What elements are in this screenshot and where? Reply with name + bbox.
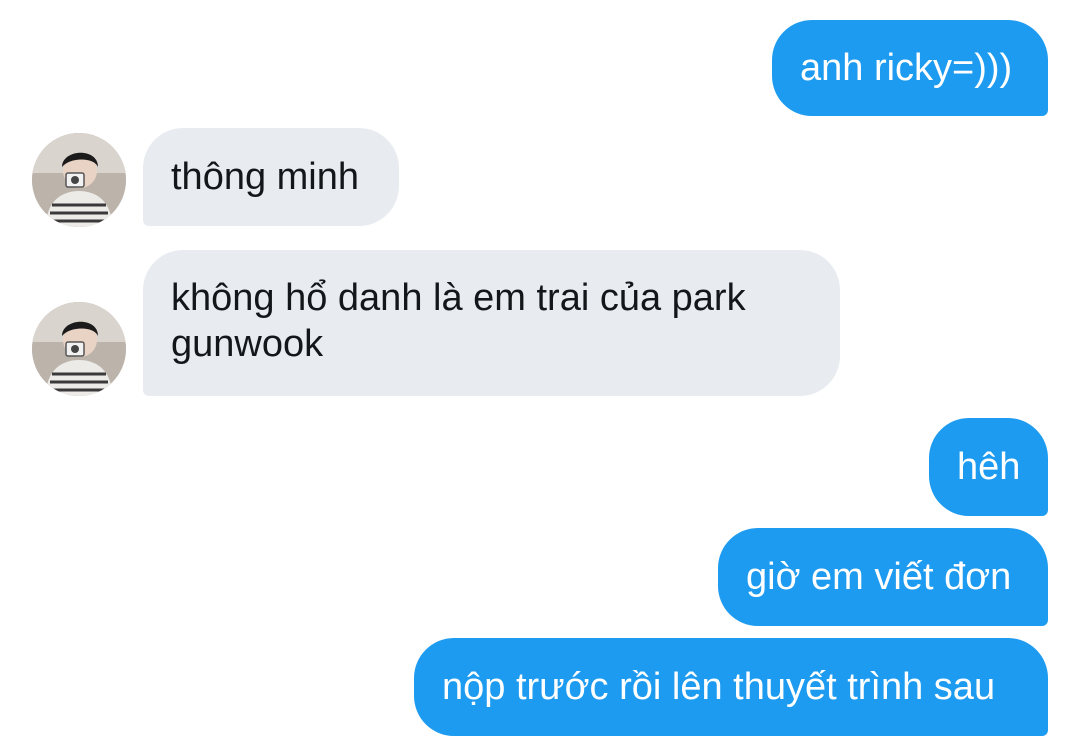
message-bubble-outgoing[interactable]: hêh xyxy=(929,418,1048,516)
message-bubble-incoming[interactable]: thông minh xyxy=(143,128,399,226)
message-text: thông minh xyxy=(171,156,360,198)
avatar-photo-icon xyxy=(32,302,126,396)
message-text: không hổ danh là em trai của park gunwoo… xyxy=(171,277,746,365)
message-text: anh ricky=))) xyxy=(800,47,1013,89)
contact-avatar[interactable] xyxy=(32,302,126,396)
message-text: nộp trước rồi lên thuyết trình sau xyxy=(442,666,996,708)
message-bubble-incoming[interactable]: không hổ danh là em trai của park gunwoo… xyxy=(143,250,840,396)
message-bubble-outgoing[interactable]: anh ricky=))) xyxy=(772,20,1048,116)
avatar-photo-icon xyxy=(32,133,126,227)
message-text: hêh xyxy=(957,446,1021,488)
message-text: giờ em viết đơn xyxy=(746,556,1012,598)
contact-avatar[interactable] xyxy=(32,133,126,227)
message-bubble-outgoing[interactable]: nộp trước rồi lên thuyết trình sau xyxy=(414,638,1048,736)
message-bubble-outgoing[interactable]: giờ em viết đơn xyxy=(718,528,1048,626)
